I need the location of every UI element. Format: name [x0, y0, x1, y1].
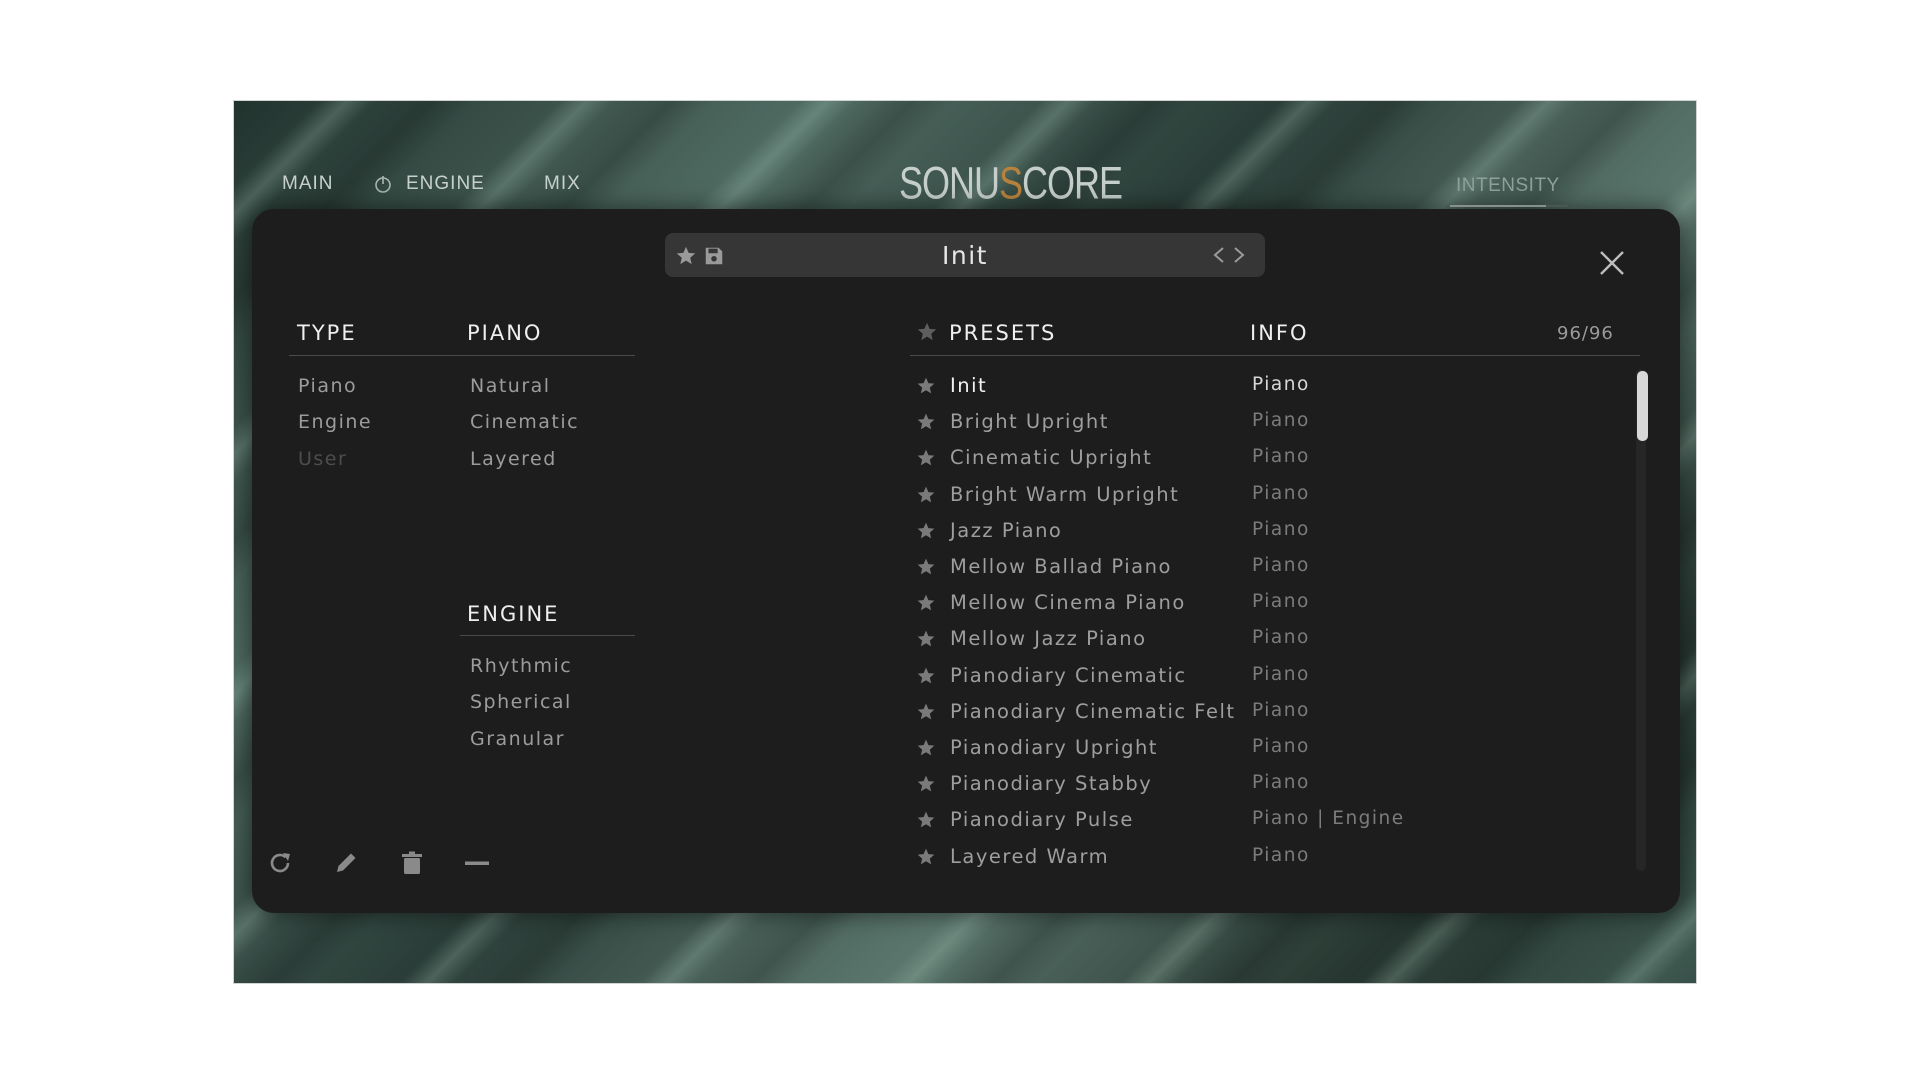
- preset-name: Mellow Cinema Piano: [950, 591, 1186, 615]
- star-icon[interactable]: [916, 702, 936, 722]
- preset-info: Piano | Engine: [1252, 808, 1405, 830]
- preset-row[interactable]: Pianodiary Cinematic Felt Piano: [252, 697, 1680, 733]
- star-icon[interactable]: [916, 847, 936, 867]
- preset-name: Bright Warm Upright: [950, 482, 1180, 506]
- info-header: INFO: [1250, 321, 1309, 345]
- piano-header: PIANO: [467, 321, 543, 345]
- preset-row[interactable]: Bright Warm Upright Piano: [252, 480, 1680, 516]
- preset-name: Pianodiary Cinematic: [950, 663, 1187, 687]
- preset-row[interactable]: Jazz Piano Piano: [252, 516, 1680, 552]
- preset-name: Mellow Jazz Piano: [950, 627, 1147, 651]
- preset-row[interactable]: Bright Upright Piano: [252, 407, 1680, 443]
- preset-row[interactable]: Init Piano: [252, 371, 1680, 407]
- power-icon[interactable]: [373, 174, 393, 194]
- scrollbar-track[interactable]: [1636, 369, 1646, 871]
- preset-info: Piano: [1252, 410, 1310, 432]
- star-icon[interactable]: [916, 448, 936, 468]
- preset-row[interactable]: Pianodiary Pulse Piano | Engine: [252, 805, 1680, 841]
- preset-info: Piano: [1252, 446, 1310, 468]
- star-icon[interactable]: [916, 485, 936, 505]
- star-icon[interactable]: [916, 557, 936, 577]
- preset-name: Pianodiary Cinematic Felt: [950, 699, 1236, 723]
- star-icon[interactable]: [916, 376, 936, 396]
- star-icon[interactable]: [916, 521, 936, 541]
- preset-row[interactable]: Cinematic Upright Piano: [252, 443, 1680, 479]
- chevron-left-icon[interactable]: [1210, 245, 1228, 265]
- type-divider: [289, 355, 635, 356]
- preset-info: Piano: [1252, 736, 1310, 757]
- preset-info: Piano: [1252, 627, 1310, 649]
- trash-icon[interactable]: [398, 849, 426, 877]
- preset-row[interactable]: Pianodiary Cinematic Piano: [252, 661, 1680, 697]
- star-icon[interactable]: [916, 774, 936, 794]
- preset-info: Piano: [1252, 482, 1310, 504]
- intensity-label[interactable]: INTENSITY: [1456, 175, 1560, 197]
- preset-row[interactable]: Pianodiary Stabby Piano: [252, 769, 1680, 805]
- preset-name: Pianodiary Upright: [950, 736, 1158, 759]
- star-icon[interactable]: [916, 666, 936, 686]
- preset-bar: Init: [665, 233, 1265, 277]
- preset-name: Layered Warm: [950, 844, 1110, 868]
- star-icon[interactable]: [916, 810, 936, 830]
- scrollbar-thumb[interactable]: [1637, 371, 1648, 441]
- intensity-slider[interactable]: [1450, 205, 1568, 207]
- favorites-filter-star-icon[interactable]: [916, 321, 938, 343]
- preset-row[interactable]: Mellow Jazz Piano Piano: [252, 624, 1680, 660]
- pencil-icon[interactable]: [332, 849, 360, 877]
- preset-row[interactable]: Mellow Cinema Piano Piano: [252, 588, 1680, 624]
- preset-name: Pianodiary Pulse: [950, 808, 1134, 832]
- preset-browser-panel: Init TYPE PIANO Piano Engine User Natura…: [252, 209, 1680, 913]
- logo-text-s: S: [999, 157, 1023, 209]
- close-icon[interactable]: [1596, 247, 1628, 279]
- preset-info: Piano: [1252, 699, 1310, 721]
- plugin-window: MAIN ENGINE MIX SONUSCORE INTENSITY Init: [233, 100, 1697, 984]
- star-icon[interactable]: [916, 738, 936, 758]
- preset-info: Piano: [1252, 555, 1310, 576]
- preset-counter: 96/96: [1557, 323, 1614, 344]
- preset-info: Piano: [1252, 844, 1310, 866]
- refresh-icon[interactable]: [266, 849, 294, 877]
- preset-row[interactable]: Pianodiary Upright Piano: [252, 733, 1680, 769]
- presets-divider: [910, 355, 1640, 356]
- current-preset-name[interactable]: Init: [665, 241, 1265, 270]
- nav-mix-tab[interactable]: MIX: [544, 173, 581, 195]
- type-header: TYPE: [297, 321, 357, 345]
- preset-name: Pianodiary Stabby: [950, 772, 1153, 796]
- preset-info: Piano: [1252, 663, 1310, 685]
- logo-text-b: CORE: [1022, 157, 1123, 209]
- preset-info: Piano: [1252, 772, 1310, 794]
- nav-main-tab[interactable]: MAIN: [282, 173, 334, 195]
- preset-name: Init: [950, 374, 988, 397]
- preset-name: Mellow Ballad Piano: [950, 555, 1172, 578]
- chevron-right-icon[interactable]: [1230, 245, 1248, 265]
- star-icon[interactable]: [916, 412, 936, 432]
- nav-engine-tab[interactable]: ENGINE: [406, 173, 485, 195]
- preset-name: Jazz Piano: [950, 518, 1063, 542]
- logo-text-a: SONU: [899, 157, 1000, 209]
- star-icon[interactable]: [916, 593, 936, 613]
- minus-icon[interactable]: [462, 849, 490, 877]
- preset-name: Bright Upright: [950, 410, 1109, 434]
- preset-info: Piano: [1252, 591, 1310, 613]
- presets-header: PRESETS: [949, 321, 1057, 345]
- preset-info: Piano: [1252, 374, 1310, 395]
- preset-name: Cinematic Upright: [950, 446, 1153, 470]
- star-icon[interactable]: [916, 629, 936, 649]
- preset-row[interactable]: Mellow Ballad Piano Piano: [252, 552, 1680, 588]
- preset-info: Piano: [1252, 518, 1310, 540]
